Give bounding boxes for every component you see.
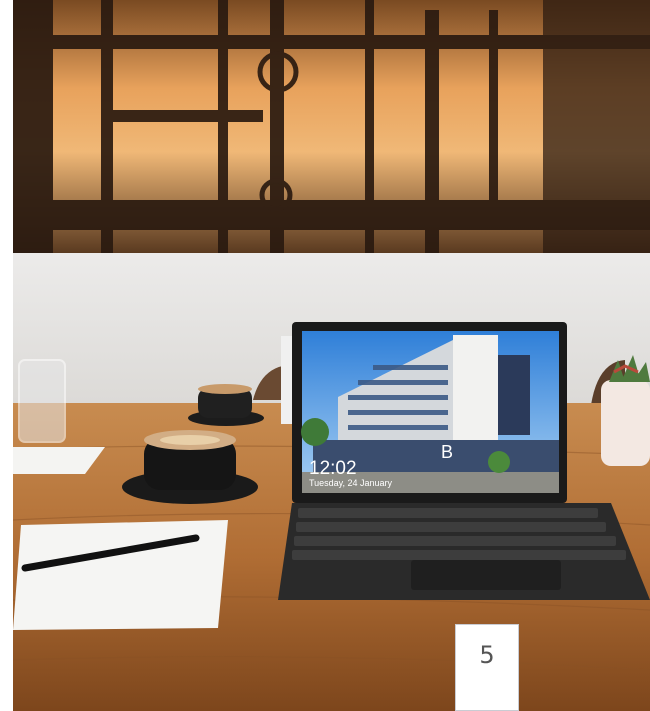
building-sign: B	[441, 442, 453, 462]
water-glass	[18, 359, 66, 443]
trackpad	[411, 560, 561, 590]
page-number: 5	[479, 641, 495, 669]
lock-screen-time: 12:02	[309, 458, 357, 479]
page-number-badge: 5	[455, 624, 519, 711]
meeting-photo: B 12:02 Tuesday, 24 January	[13, 0, 650, 711]
lock-screen-date: Tuesday, 24 January	[309, 478, 393, 488]
plant-pot	[601, 380, 650, 466]
